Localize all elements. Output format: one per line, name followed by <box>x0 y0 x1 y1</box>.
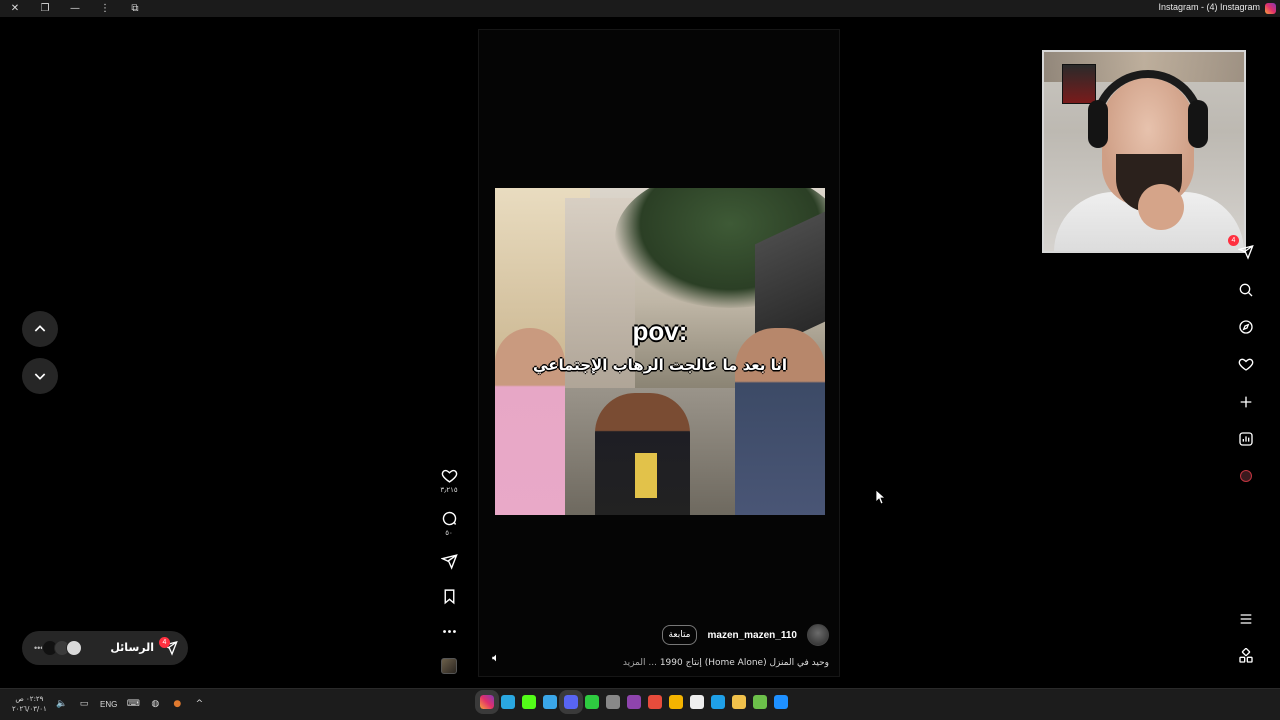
explore-nav-button[interactable] <box>1235 316 1257 338</box>
file-explorer-app-icon[interactable] <box>732 695 746 709</box>
network-icon[interactable]: ▭ <box>78 698 90 710</box>
notepad-app-icon[interactable] <box>690 695 704 709</box>
microphone-icon[interactable]: ● <box>171 698 183 710</box>
restore-icon[interactable]: ❐ <box>30 0 60 17</box>
clock-time: ٠٢:٢٩ ص <box>15 695 44 703</box>
plus-icon <box>1240 396 1252 408</box>
video-caption-title: pov: <box>632 316 688 346</box>
sound-toggle-button[interactable] <box>491 650 505 664</box>
bookmark-icon <box>444 589 454 605</box>
heart-icon <box>1238 358 1254 371</box>
more-icon[interactable]: ⋮ <box>90 0 120 17</box>
record-app-icon[interactable] <box>648 695 662 709</box>
system-clock[interactable]: ٠٢:٢٩ ص ٢٠٢٦/٠٣/٠١ <box>12 694 47 714</box>
extension-icon[interactable]: ⧉ <box>120 0 150 17</box>
heart-icon <box>441 469 457 483</box>
language-indicator[interactable]: ENG <box>100 700 117 709</box>
title-bar: ✕ ❐ — ⋮ ⧉ Instagram - (4) Instagram <box>0 0 1280 17</box>
edge-app-icon[interactable] <box>711 695 725 709</box>
discord-app-icon[interactable] <box>559 690 583 714</box>
vpn-icon[interactable]: ◍ <box>149 698 161 710</box>
compass-icon <box>1239 320 1253 334</box>
follow-button[interactable]: متابعة <box>661 625 698 645</box>
window-title: Instagram - (4) Instagram <box>1158 2 1260 12</box>
media-app-icon[interactable] <box>585 695 599 709</box>
search-icon <box>1239 283 1253 297</box>
volume-icon[interactable]: 🔈 <box>56 698 68 710</box>
dashboard-nav-button[interactable] <box>1235 428 1257 450</box>
close-icon[interactable]: ✕ <box>0 0 30 17</box>
messages-icon <box>1238 245 1254 260</box>
save-button[interactable] <box>437 588 461 605</box>
ellipsis-icon <box>442 630 456 633</box>
messages-label: الرسائل <box>110 641 154 654</box>
audio-thumbnail[interactable] <box>441 658 457 674</box>
webcam-overlay <box>1042 50 1246 253</box>
reel-description: وحيد في المنزل (Home Alone) إنتاج 1990 .… <box>623 658 829 668</box>
create-nav-button[interactable] <box>1235 391 1257 413</box>
like-count: ٣٫٢١٥ <box>440 486 458 494</box>
profile-nav-button[interactable] <box>1235 465 1257 487</box>
comment-count: ٥٠ <box>445 529 453 537</box>
messages-nav-button[interactable]: 4 <box>1228 235 1257 263</box>
recent-chats: ••• <box>34 640 83 656</box>
profile-avatar-icon <box>1240 470 1252 482</box>
keyboard-icon[interactable]: ⌨ <box>127 698 140 710</box>
messages-badge: 4 <box>159 637 170 648</box>
chevron-down-icon <box>34 373 46 380</box>
mouse-cursor-icon <box>876 490 886 504</box>
share-button[interactable] <box>437 553 461 570</box>
system-tray: 🔈 ▭ ENG ⌨ ◍ ● ^ <box>56 698 205 710</box>
previous-reel-button[interactable] <box>22 311 58 347</box>
reel-video[interactable]: pov: انا بعد ما عالجت الرهاب الإجتماعي <box>495 188 825 515</box>
windows-start-icon[interactable] <box>774 695 788 709</box>
comment-button[interactable]: ٥٠ <box>437 510 461 537</box>
chevron-up-icon <box>34 325 46 332</box>
apps-icon <box>1239 648 1253 663</box>
notifications-nav-button[interactable] <box>1235 353 1257 375</box>
taskbar: ٠٢:٢٩ ص ٢٠٢٦/٠٣/٠١ 🔈 ▭ ENG ⌨ ◍ ● ^ <box>0 688 1280 720</box>
settings-app-icon[interactable] <box>606 695 620 709</box>
author-avatar[interactable] <box>807 624 829 646</box>
kick-app-icon[interactable] <box>522 695 536 709</box>
instagram-app-icon[interactable] <box>475 690 499 714</box>
author-row: mazen_mazen_110 متابعة <box>661 624 829 646</box>
next-reel-button[interactable] <box>22 358 58 394</box>
avatar <box>66 640 83 656</box>
like-button[interactable]: ٣٫٢١٥ <box>437 467 461 494</box>
speaker-icon <box>492 654 496 662</box>
send-icon <box>440 554 458 570</box>
more-link[interactable]: ... المزيد <box>623 658 657 668</box>
minimize-icon[interactable]: — <box>60 0 90 17</box>
taskbar-apps <box>475 690 788 714</box>
more-apps-nav-button[interactable] <box>1235 645 1257 667</box>
description-text: وحيد في المنزل (Home Alone) إنتاج 1990 <box>659 658 829 668</box>
comment-icon <box>442 511 456 526</box>
reel-player[interactable]: pov: انا بعد ما عالجت الرهاب الإجتماعي m… <box>478 29 840 677</box>
chevron-up-icon[interactable]: ^ <box>193 698 205 710</box>
instagram-icon <box>1265 3 1276 14</box>
clock-date: ٢٠٢٦/٠٣/٠١ <box>12 705 47 713</box>
menu-icon <box>1240 614 1252 624</box>
chrome-app-icon[interactable] <box>669 695 683 709</box>
more-options-button[interactable] <box>437 623 461 640</box>
telegram-app-icon[interactable] <box>501 695 515 709</box>
search-nav-button[interactable] <box>1235 279 1257 301</box>
messages-bar[interactable]: 4 الرسائل ••• <box>22 631 188 665</box>
notification-badge: 4 <box>1228 235 1239 246</box>
author-username[interactable]: mazen_mazen_110 <box>707 630 797 641</box>
photos-app-icon[interactable] <box>543 695 557 709</box>
video-caption-text: انا بعد ما عالجت الرهاب الإجتماعي <box>533 356 787 374</box>
menu-nav-button[interactable] <box>1235 608 1257 630</box>
obs-app-icon[interactable] <box>627 695 641 709</box>
main-area: pov: انا بعد ما عالجت الرهاب الإجتماعي m… <box>0 17 1280 688</box>
dashboard-icon <box>1239 432 1253 446</box>
store-app-icon[interactable] <box>753 695 767 709</box>
